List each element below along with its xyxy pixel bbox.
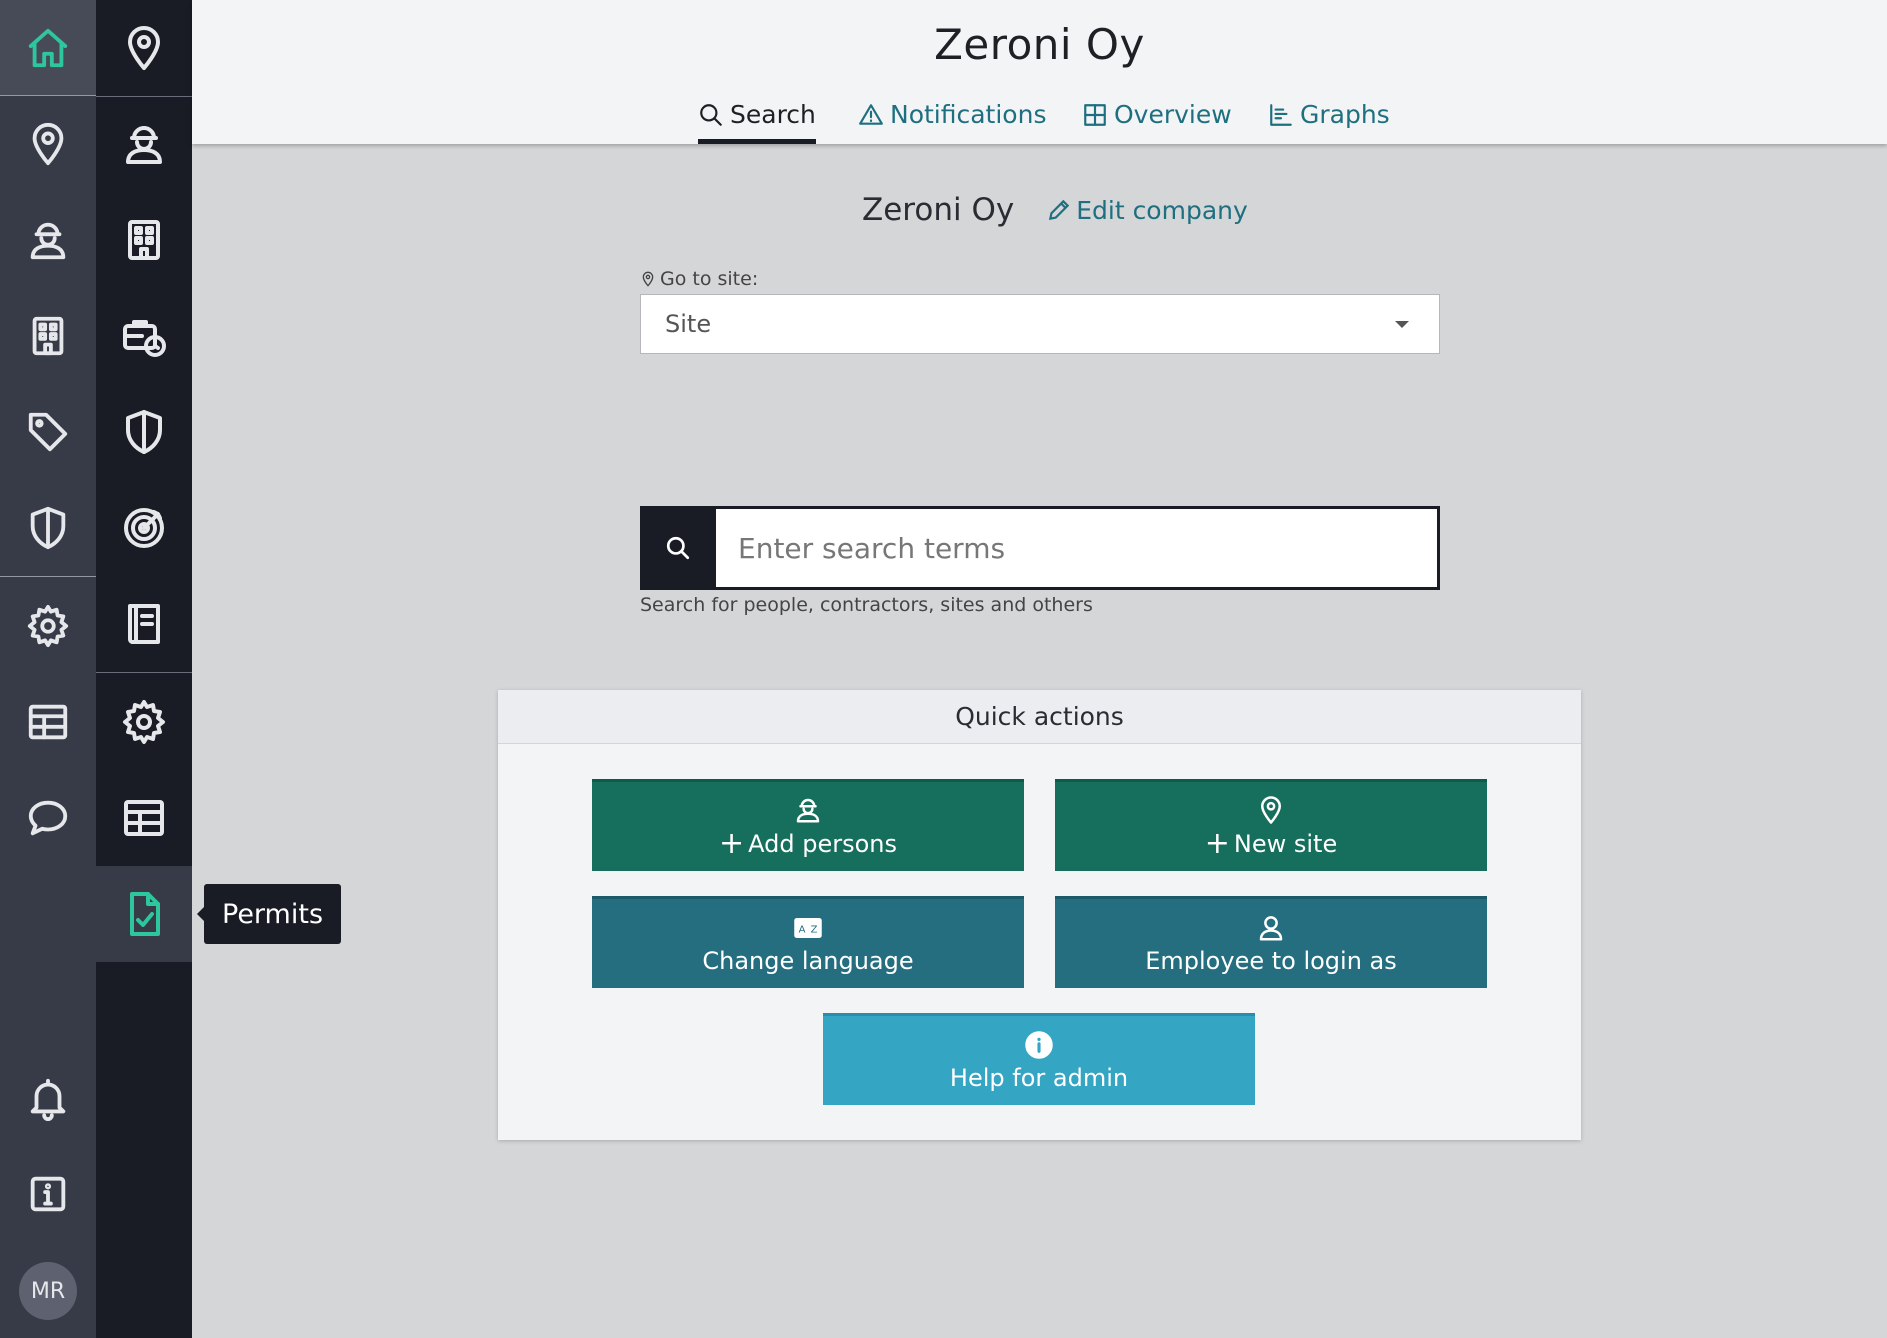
- worker-icon[interactable]: [96, 96, 192, 192]
- tab-bar: Search Notifications Overview Graphs: [192, 100, 1887, 144]
- shield-icon[interactable]: [0, 480, 96, 576]
- button-label: Change language: [702, 946, 914, 975]
- tab-label: Overview: [1114, 100, 1232, 129]
- page-title: Zeroni Oy: [934, 20, 1145, 69]
- user-icon: [1259, 915, 1283, 940]
- button-label: Add persons: [748, 829, 897, 858]
- book-icon[interactable]: [96, 576, 192, 672]
- tab-label: Search: [730, 100, 816, 129]
- search-help-text: Search for people, contractors, sites an…: [640, 594, 1093, 616]
- worker-icon[interactable]: [0, 192, 96, 288]
- map-pin-icon: [642, 271, 654, 287]
- permits-tooltip: Permits: [196, 884, 342, 944]
- bell-icon[interactable]: [0, 1050, 96, 1146]
- home-icon[interactable]: [0, 0, 96, 96]
- table-icon[interactable]: [0, 674, 96, 770]
- edit-company-label: Edit company: [1076, 195, 1248, 225]
- tab-label: Notifications: [890, 100, 1047, 129]
- new-site-button[interactable]: + New site: [1055, 779, 1487, 871]
- quick-actions-title: Quick actions: [498, 690, 1581, 744]
- svg-text:A: A: [799, 924, 806, 935]
- tab-overview[interactable]: Overview: [1082, 100, 1232, 144]
- search-input[interactable]: [716, 506, 1440, 590]
- tab-graphs[interactable]: Graphs: [1268, 100, 1390, 144]
- info-circle-icon: [1025, 1030, 1053, 1059]
- gear-icon[interactable]: [0, 578, 96, 674]
- target-icon[interactable]: [96, 480, 192, 576]
- search-button[interactable]: [640, 506, 716, 590]
- company-name: Zeroni Oy: [862, 192, 1015, 228]
- secondary-sidebar: [96, 0, 192, 1338]
- map-pin-icon: [1261, 795, 1281, 824]
- building-icon[interactable]: [96, 192, 192, 288]
- site-select-value: Site: [665, 310, 712, 338]
- document-check-icon[interactable]: [96, 866, 192, 962]
- tag-icon[interactable]: [0, 384, 96, 480]
- plus-icon: +: [718, 825, 745, 861]
- divider: [0, 576, 96, 577]
- page-header: Zeroni Oy Search Notifications Overview …: [192, 0, 1887, 144]
- avatar[interactable]: MR: [19, 1262, 77, 1320]
- quick-actions-panel: Quick actions + Add persons + New site AZ …: [498, 690, 1581, 1140]
- language-icon: AZ: [794, 917, 822, 938]
- worker-icon: [796, 798, 820, 822]
- tab-search[interactable]: Search: [698, 100, 816, 144]
- map-pin-icon[interactable]: [0, 96, 96, 192]
- button-label: New site: [1233, 829, 1338, 858]
- tab-label: Graphs: [1300, 100, 1390, 129]
- search-icon: [666, 536, 690, 560]
- tooltip-label: Permits: [222, 898, 324, 930]
- change-language-button[interactable]: AZ Change language: [592, 896, 1024, 988]
- company-row: Zeroni Oy Edit company: [862, 190, 1248, 230]
- info-icon[interactable]: [0, 1146, 96, 1242]
- building-icon[interactable]: [0, 288, 96, 384]
- primary-sidebar: MR: [0, 0, 96, 1338]
- site-select[interactable]: Site: [640, 294, 1440, 354]
- tab-notifications[interactable]: Notifications: [858, 100, 1046, 144]
- plus-icon: +: [1204, 825, 1230, 861]
- shield-icon[interactable]: [96, 384, 192, 480]
- search-icon: [700, 104, 722, 126]
- chat-icon[interactable]: [0, 770, 96, 866]
- button-label: Employee to login as: [1145, 946, 1397, 975]
- button-label: Help for admin: [949, 1063, 1129, 1092]
- site-label: Go to site:: [640, 268, 758, 290]
- chart-icon: [1270, 104, 1292, 126]
- edit-company-link[interactable]: Edit company: [1046, 196, 1248, 225]
- briefcase-clock-icon[interactable]: [96, 288, 192, 384]
- chevron-down-icon: [1395, 321, 1409, 328]
- table-icon[interactable]: [96, 770, 192, 866]
- help-admin-button[interactable]: Help for admin: [823, 1013, 1255, 1105]
- gear-icon[interactable]: [96, 674, 192, 770]
- pencil-icon: [1049, 199, 1070, 221]
- map-pin-icon[interactable]: [96, 0, 192, 96]
- grid-icon: [1084, 104, 1106, 126]
- employee-login-button[interactable]: Employee to login as: [1055, 896, 1487, 988]
- divider: [96, 672, 192, 673]
- site-label-text: Go to site:: [660, 268, 759, 290]
- add-persons-button[interactable]: + Add persons: [592, 779, 1024, 871]
- svg-text:Z: Z: [811, 924, 818, 935]
- search-bar: [640, 506, 1440, 590]
- warning-icon: [859, 104, 883, 125]
